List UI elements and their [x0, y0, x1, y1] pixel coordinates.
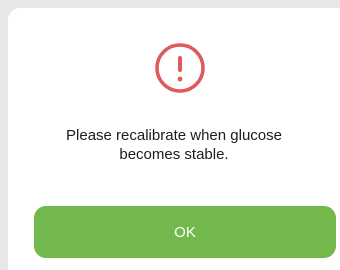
- ok-button[interactable]: OK: [34, 206, 336, 258]
- message-line-2: becomes stable.: [119, 146, 229, 163]
- ok-button-label: OK: [174, 223, 196, 241]
- exclamation-circle-icon: [155, 43, 205, 93]
- message-line-1: Please recalibrate when glucose: [66, 127, 282, 144]
- alert-dialog: Please recalibrate when glucose becomes …: [8, 8, 340, 270]
- dialog-message: Please recalibrate when glucose becomes …: [28, 126, 320, 164]
